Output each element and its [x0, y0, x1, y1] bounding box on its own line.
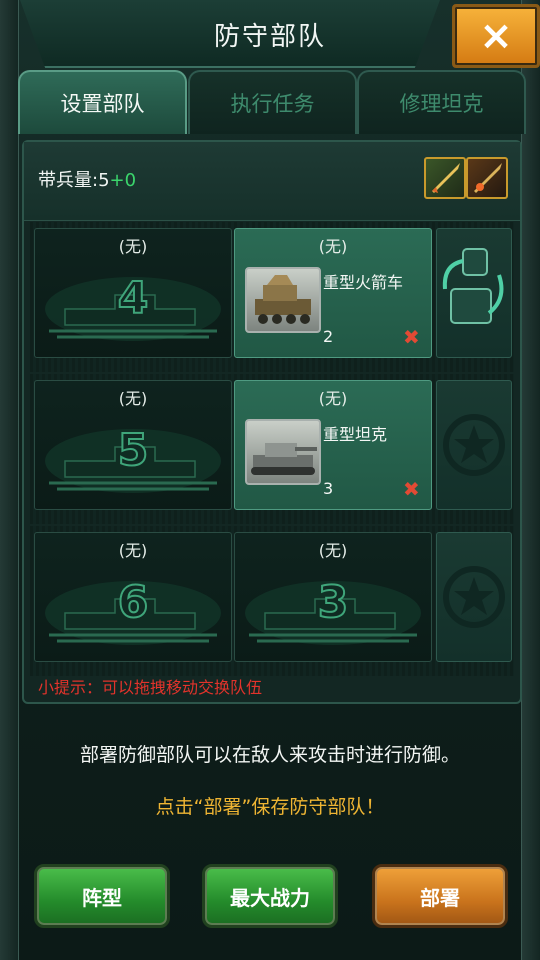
locked-slot — [436, 380, 512, 510]
troop-slot[interactable]: (无) 重型火箭车 2 ✖ — [234, 228, 432, 358]
remove-unit-button[interactable]: ✖ — [403, 327, 420, 347]
unit-name: 重型火箭车 — [323, 273, 404, 292]
close-icon: × — [479, 13, 513, 59]
slot-number: 3 — [317, 576, 350, 629]
unit-name: 重型坦克 — [323, 425, 388, 444]
troop-capacity: 带兵量:5+0 — [38, 166, 136, 192]
troop-slot[interactable]: (无) 4 — [34, 228, 232, 358]
slot-label: (无) — [118, 541, 148, 560]
troop-capacity-bonus: +0 — [109, 170, 137, 191]
remove-unit-button[interactable]: ✖ — [403, 479, 420, 499]
tab-repair-tanks[interactable]: 修理坦克 — [357, 70, 526, 134]
formation-row: (无) 4 (无) 重型火箭车 2 ✖ — [30, 222, 514, 372]
rocket-item-icon[interactable] — [424, 157, 466, 199]
formation-button[interactable]: 阵型 — [34, 864, 170, 928]
star-emblem-icon — [443, 566, 505, 628]
swap-button[interactable] — [436, 228, 512, 358]
troop-slot[interactable]: (无) 5 — [34, 380, 232, 510]
rocket-truck-image — [245, 267, 321, 333]
hint-text: 小提示：可以拖拽移动交换队伍 — [38, 678, 263, 697]
tab-bar: 设置部队 执行任务 修理坦克 — [18, 70, 526, 134]
troop-slot[interactable]: (无) 重型坦克 3 ✖ — [234, 380, 432, 510]
panel-header: 带兵量:5+0 — [24, 142, 520, 221]
missile-item-icon[interactable] — [466, 157, 508, 199]
slot-number: 6 — [117, 576, 150, 629]
locked-slot — [436, 532, 512, 662]
unit-count: 3 — [323, 479, 334, 498]
slot-number: 5 — [117, 424, 150, 477]
troop-capacity-label: 带兵量: — [38, 170, 99, 191]
unit-count: 2 — [323, 327, 334, 346]
swap-icon — [442, 248, 504, 324]
tab-set-troops[interactable]: 设置部队 — [18, 70, 187, 134]
troop-slot[interactable]: (无) 3 — [234, 532, 432, 662]
description-text: 部署防御部队可以在敌人来攻击时进行防御。 — [79, 744, 460, 766]
formation-row: (无) 5 (无) 重型坦克 3 ✖ — [30, 374, 514, 524]
save-tip-text: 点击“部署”保存防守部队！ — [155, 796, 385, 818]
formation-row: (无) 6 (无) 3 — [30, 526, 514, 676]
deploy-button[interactable]: 部署 — [372, 864, 508, 928]
heavy-tank-image — [245, 419, 321, 485]
slot-label: (无) — [318, 541, 348, 560]
troop-capacity-base: 5 — [98, 170, 110, 191]
slot-label: (无) — [318, 389, 348, 408]
star-emblem-icon — [443, 414, 505, 476]
slot-label: (无) — [318, 237, 348, 256]
troop-panel: 带兵量:5+0 (无) 4 (无) 重型火箭车 2 ✖ (无) 5 (无) 重型… — [22, 140, 522, 704]
tab-missions[interactable]: 执行任务 — [188, 70, 357, 134]
troop-slot[interactable]: (无) 6 — [34, 532, 232, 662]
slot-label: (无) — [118, 389, 148, 408]
max-power-button[interactable]: 最大战力 — [202, 864, 338, 928]
slot-number: 4 — [117, 272, 150, 325]
slot-label: (无) — [118, 237, 148, 256]
close-button[interactable]: × — [452, 4, 540, 68]
